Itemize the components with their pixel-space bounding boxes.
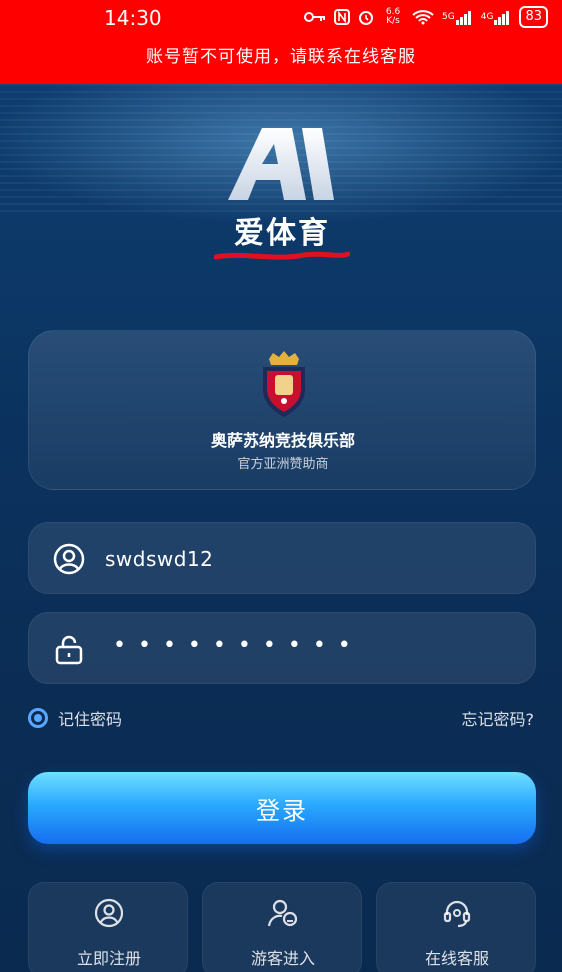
lock-icon [53,633,85,665]
signal-4g-label: 4G [480,12,494,22]
username-value: swdswd12 [105,547,214,571]
radio-dot [34,714,42,722]
status-time: 14:30 [104,6,162,30]
user-circle-icon [93,897,125,929]
forgot-password-link[interactable]: 忘记密码? [462,706,535,730]
login-button[interactable]: 登录 [28,772,536,844]
password-masked-value: •••••••••• [113,633,363,658]
account-error-banner: 账号暂不可使用，请联系在线客服 [146,47,416,67]
remember-radio[interactable] [28,708,48,728]
wifi-icon [412,9,434,25]
register-label: 立即注册 [76,949,141,968]
user-circle-icon [53,543,85,575]
login-button-label: 登录 [256,796,308,825]
key-icon [304,10,326,24]
remember-password-toggle[interactable]: 记住密码 [28,706,122,730]
sponsor-card: 奥萨苏纳竞技俱乐部 官方亚洲赞助商 [28,330,536,490]
signal-5g-label: 5G [442,12,455,22]
net-speed: 6.6 K/s [385,7,401,26]
register-button[interactable]: 立即注册 [28,882,188,972]
redaction-mark [213,248,351,262]
app-name: 爱体育 [234,216,330,251]
username-field[interactable]: swdswd12 [28,522,536,594]
remember-password-label: 记住密码 [58,710,123,729]
battery-indicator: 83 [519,6,548,28]
signal-4g-icon: 4G [481,9,512,25]
signal-5g-icon: 5G [442,9,473,25]
guest-user-icon [267,897,299,929]
password-field[interactable]: •••••••••• [28,612,536,684]
osasuna-crest-icon [259,351,309,417]
club-name: 奥萨苏纳竞技俱乐部 [210,431,355,450]
online-support-label: 在线客服 [424,949,489,968]
alarm-icon [358,9,374,25]
club-subtitle: 官方亚洲赞助商 [237,457,329,472]
guest-entry-label: 游客进入 [250,949,315,968]
status-icons: 6.6 K/s 5G 4G 83 [304,6,548,28]
online-support-button[interactable]: 在线客服 [376,882,536,972]
status-bar: 14:30 6.6 K/s 5G 4G 83 账号暂不可使用，请联系在线客服 [0,0,562,84]
headset-icon [441,897,473,929]
guest-entry-button[interactable]: 游客进入 [202,882,362,972]
nfc-icon [334,9,351,25]
